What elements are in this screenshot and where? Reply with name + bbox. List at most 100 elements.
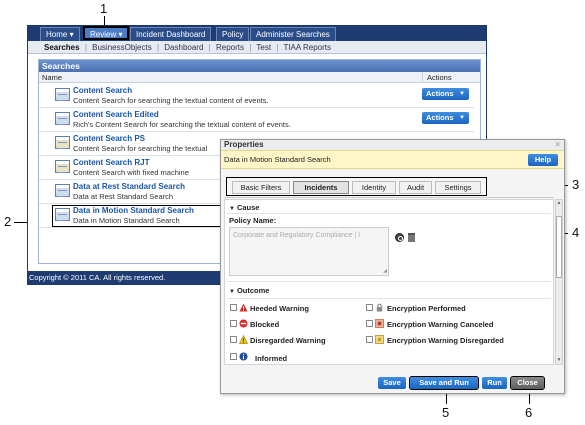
actions-button[interactable]: Actions ▼: [422, 112, 469, 124]
subnav-separator: |: [249, 43, 252, 52]
search-description: Data at Rest Standard Search: [73, 192, 174, 201]
search-row[interactable]: Content Search Edited Rich's Content Sea…: [39, 108, 474, 132]
tab-settings[interactable]: Settings: [435, 181, 481, 194]
tab-incident-dashboard[interactable]: Incident Dashboard: [130, 27, 212, 41]
dialog-button-bar: Save Save and Run Run Close: [221, 372, 564, 392]
search-title-link[interactable]: Content Search RJT: [73, 158, 149, 167]
help-button[interactable]: Help: [528, 154, 558, 166]
search-icon[interactable]: [395, 233, 404, 242]
search-locked-document-icon: [55, 136, 70, 149]
tab-review[interactable]: Review ▾: [83, 26, 130, 40]
search-document-icon: [55, 88, 70, 101]
informed-checkbox[interactable]: [230, 353, 237, 360]
actions-button[interactable]: Actions ▼: [422, 88, 469, 100]
policy-name-value: Corporate and Regulatory Compliance | I: [233, 232, 361, 239]
divider: [227, 298, 551, 299]
cause-section-header[interactable]: ▼ Cause: [229, 203, 259, 212]
scrollbar-thumb[interactable]: [556, 216, 562, 278]
scroll-up-icon[interactable]: ▲: [556, 200, 562, 207]
close-button[interactable]: Close: [510, 376, 545, 390]
search-title-link[interactable]: Content Search: [73, 86, 132, 95]
tab-basic-filters[interactable]: Basic Filters: [232, 181, 290, 194]
tab-administer-searches[interactable]: Administer Searches: [250, 27, 336, 41]
search-document-icon: [55, 112, 70, 125]
search-title-link[interactable]: Content Search Edited: [73, 110, 159, 119]
policy-name-label: Policy Name:: [229, 216, 277, 225]
subnav-dashboard[interactable]: Dashboard: [164, 43, 203, 52]
search-title-link[interactable]: Data at Rest Standard Search: [73, 182, 185, 191]
dialog-title-bar: Properties ×: [221, 140, 564, 150]
outcome-section-header[interactable]: ▼ Outcome: [229, 286, 269, 295]
encryption-performed-checkbox[interactable]: [366, 304, 373, 311]
save-button[interactable]: Save: [378, 377, 406, 389]
actions-button-label: Actions: [426, 89, 454, 98]
chevron-down-icon: ▼: [459, 91, 465, 97]
chevron-down-icon: ▼: [459, 115, 465, 121]
tab-policy[interactable]: Policy: [216, 27, 250, 41]
outcome-label: Outcome: [236, 286, 270, 295]
subnav-test[interactable]: Test: [256, 43, 271, 52]
tab-incidents[interactable]: Incidents: [293, 181, 349, 194]
encryption-disregarded-icon: [375, 335, 384, 344]
heeded-warning-checkbox[interactable]: [230, 304, 237, 311]
search-title-link[interactable]: Content Search PS: [73, 134, 145, 143]
actions-button-label: Actions: [426, 113, 454, 122]
close-icon[interactable]: ×: [555, 140, 560, 150]
callout-3: 3: [572, 177, 580, 192]
searches-column-header: Name Actions: [39, 72, 480, 83]
disregarded-warning-checkbox[interactable]: [230, 336, 237, 343]
search-title-link[interactable]: Data in Motion Standard Search: [73, 206, 194, 215]
tab-home[interactable]: Home ▾: [40, 27, 80, 41]
disregarded-warning-label: Disregarded Warning: [250, 336, 326, 345]
search-row[interactable]: Content Search Content Search for search…: [39, 84, 474, 108]
subnav-separator: |: [84, 43, 87, 52]
policy-name-field[interactable]: Corporate and Regulatory Compliance | I …: [229, 227, 389, 276]
info-icon: [239, 352, 248, 361]
callout-5: 5: [442, 405, 450, 420]
encryption-warning-disregarded-label: Encryption Warning Disregarded: [387, 336, 504, 345]
callout-1: 1: [100, 1, 108, 16]
search-description: Data in Motion Standard Search: [73, 216, 180, 225]
blocked-label: Blocked: [250, 320, 280, 329]
encryption-performed-label: Encryption Performed: [387, 304, 466, 313]
warning-triangle-icon: [239, 303, 248, 312]
tab-audit[interactable]: Audit: [399, 181, 432, 194]
resize-handle-icon[interactable]: ◢: [383, 268, 387, 274]
encryption-canceled-icon: [375, 319, 384, 328]
encryption-warning-canceled-checkbox[interactable]: [366, 320, 373, 327]
search-description: Rich's Content Search for searching the …: [73, 120, 291, 129]
cause-label: Cause: [236, 203, 260, 212]
search-locked-document-icon: [55, 160, 70, 173]
dialog-search-name-bar: Data in Motion Standard Search Help: [221, 150, 564, 169]
search-document-icon: [55, 184, 70, 197]
properties-dialog: Properties × Data in Motion Standard Sea…: [220, 139, 565, 394]
scrollbar[interactable]: ▲ ▼: [555, 199, 563, 365]
trash-icon[interactable]: [408, 233, 415, 242]
save-and-run-button[interactable]: Save and Run: [409, 376, 479, 390]
properties-tab-strip: Basic Filters Incidents Identity Audit S…: [226, 177, 487, 196]
column-name[interactable]: Name: [42, 73, 62, 82]
incidents-tab-content: ▼ Cause Policy Name: Corporate and Regula…: [224, 199, 554, 365]
subnav-searches[interactable]: Searches: [44, 43, 80, 52]
subnav-reports[interactable]: Reports: [216, 43, 244, 52]
encryption-warning-canceled-label: Encryption Warning Canceled: [387, 320, 494, 329]
subnav-separator: |: [208, 43, 211, 52]
run-button[interactable]: Run: [482, 377, 507, 389]
heeded-warning-label: Heeded Warning: [250, 304, 309, 313]
blocked-checkbox[interactable]: [230, 320, 237, 327]
dialog-title: Properties: [224, 140, 264, 149]
search-name: Data in Motion Standard Search: [224, 155, 331, 164]
divider: [227, 213, 551, 214]
blocked-icon: [239, 319, 248, 328]
encryption-warning-disregarded-checkbox[interactable]: [366, 336, 373, 343]
subnav-separator: |: [156, 43, 160, 52]
divider: [227, 281, 551, 282]
tab-identity[interactable]: Identity: [352, 181, 396, 194]
scroll-down-icon[interactable]: ▼: [556, 357, 562, 364]
subnav-businessobjects[interactable]: BusinessObjects: [92, 43, 152, 52]
search-description: Content Search with fixed machine: [73, 168, 189, 177]
search-description: Content Search for searching the textual: [73, 144, 208, 153]
subnav-tiaa-reports[interactable]: TIAA Reports: [283, 43, 331, 52]
callout-2: 2: [4, 214, 12, 229]
informed-label: Informed: [255, 354, 288, 363]
